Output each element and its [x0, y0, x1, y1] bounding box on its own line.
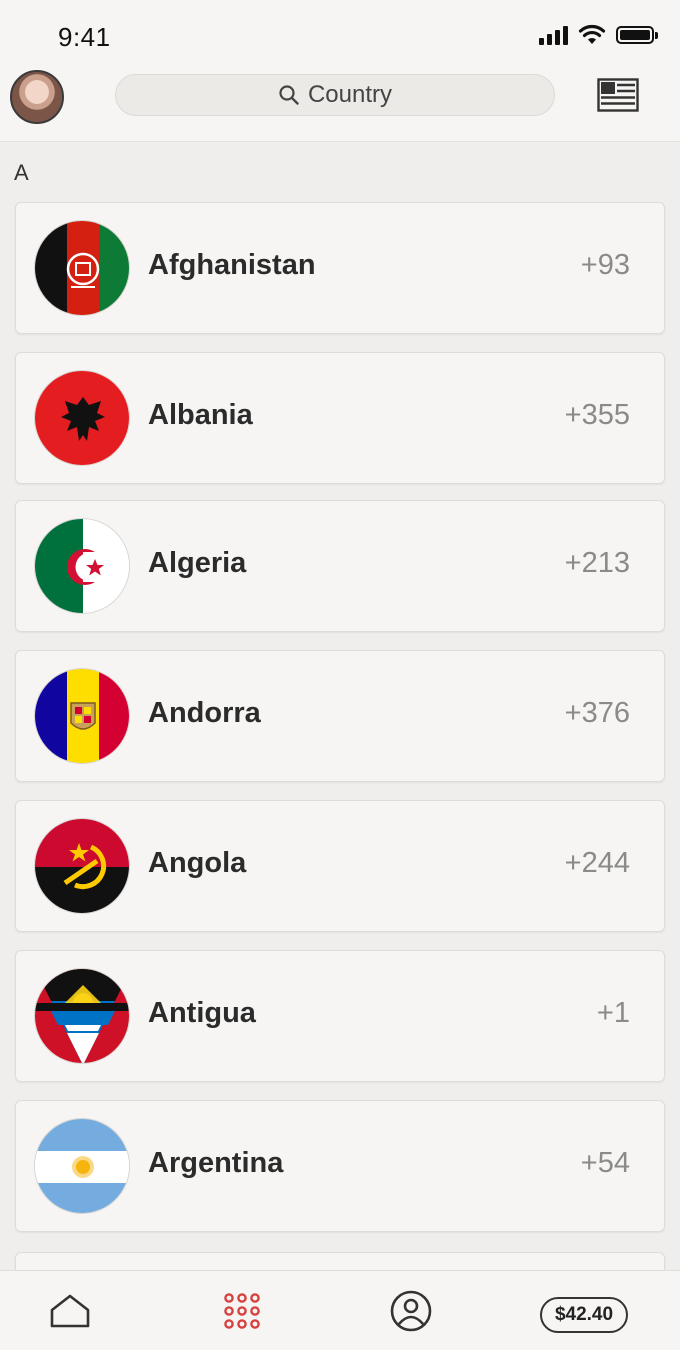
dialpad-icon — [224, 1293, 260, 1329]
country-name: Algeria — [148, 547, 247, 579]
andorra-flag-icon — [34, 668, 130, 764]
search-input[interactable]: Country — [115, 74, 555, 116]
country-row-albania[interactable]: Albania +355 — [15, 352, 665, 484]
afghanistan-flag-icon — [34, 220, 130, 316]
status-bar: 9:41 — [0, 0, 680, 70]
search-icon — [279, 85, 299, 105]
dial-code: +54 — [580, 1147, 630, 1179]
country-row-angola[interactable]: Angola +244 — [15, 800, 665, 932]
status-icons — [539, 24, 658, 46]
country-name: Albania — [148, 399, 253, 431]
dial-code: +244 — [564, 847, 630, 879]
home-icon — [50, 1294, 90, 1328]
dial-code: +213 — [564, 547, 630, 579]
country-row-argentina[interactable]: Argentina +54 — [15, 1100, 665, 1232]
balance-button[interactable]: $42.40 — [540, 1297, 628, 1333]
country-row-afghanistan[interactable]: Afghanistan +93 — [15, 202, 665, 334]
country-list: Afghanistan +93 Albania +355 Algeria +21… — [0, 200, 680, 1270]
country-name: Argentina — [148, 1147, 284, 1179]
country-row-antigua[interactable]: Antigua +1 — [15, 950, 665, 1082]
avatar[interactable] — [10, 70, 64, 124]
country-name: Andorra — [148, 697, 261, 729]
argentina-flag-icon — [34, 1118, 130, 1214]
country-row-andorra[interactable]: Andorra +376 — [15, 650, 665, 782]
nav-home[interactable] — [48, 1291, 92, 1331]
dial-code: +355 — [564, 399, 630, 431]
nav-dialpad[interactable] — [222, 1291, 262, 1331]
dial-code: +376 — [564, 697, 630, 729]
profile-icon — [390, 1290, 432, 1332]
country-name: Afghanistan — [148, 249, 316, 281]
country-name: Antigua — [148, 997, 256, 1029]
dial-code: +1 — [596, 997, 630, 1029]
cellular-signal-icon — [539, 25, 568, 45]
section-header: A — [14, 160, 29, 185]
antigua-flag-icon — [34, 968, 130, 1064]
battery-icon — [616, 26, 658, 44]
dial-code: +93 — [580, 249, 630, 281]
nav-profile[interactable] — [389, 1290, 433, 1332]
algeria-flag-icon — [34, 518, 130, 614]
angola-flag-icon — [34, 818, 130, 914]
top-bar: 9:41 Country — [0, 0, 680, 142]
country-row-algeria[interactable]: Algeria +213 — [15, 500, 665, 632]
country-row-partial[interactable] — [15, 1252, 665, 1270]
albania-flag-icon — [34, 370, 130, 466]
flag-list-icon[interactable] — [597, 78, 639, 112]
search-placeholder: Country — [307, 81, 393, 108]
country-name: Angola — [148, 847, 247, 879]
wifi-icon — [578, 24, 606, 44]
status-time: 9:41 — [58, 22, 111, 52]
